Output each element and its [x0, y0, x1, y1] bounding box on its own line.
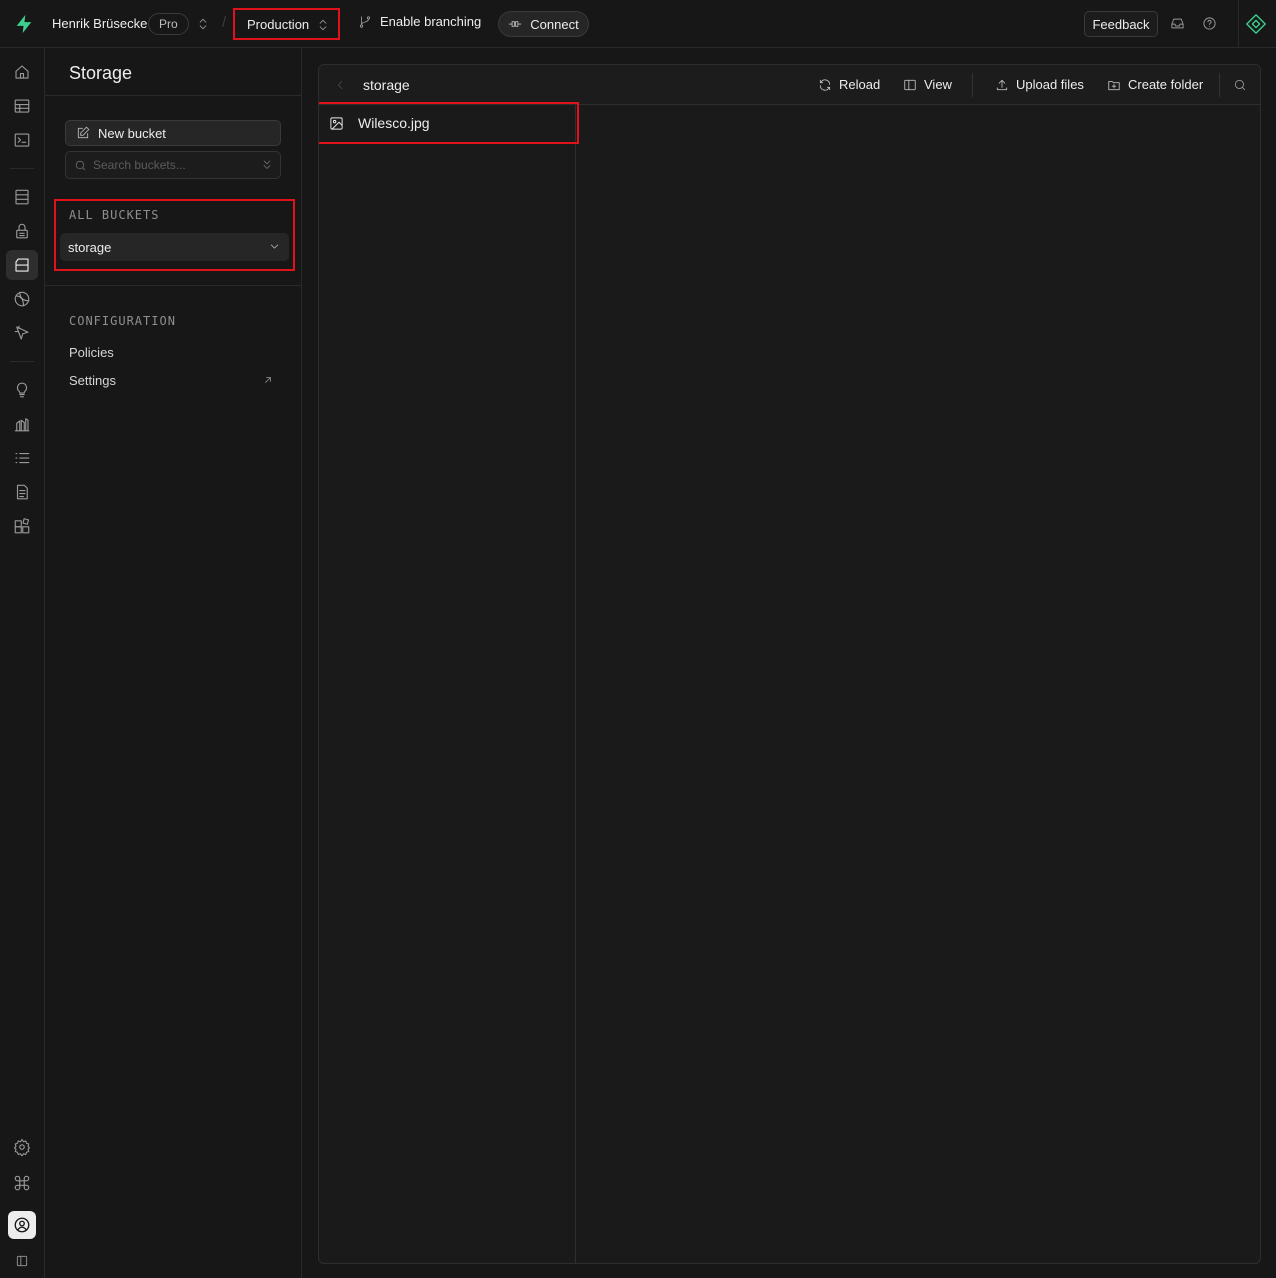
- bucket-search-input[interactable]: [93, 158, 253, 172]
- create-folder-button[interactable]: Create folder: [1107, 77, 1203, 92]
- bucket-item-storage[interactable]: storage: [60, 233, 289, 261]
- plug-icon: [508, 17, 522, 31]
- chevron-left-icon[interactable]: [333, 78, 347, 92]
- sidebar-divider: [45, 285, 302, 286]
- supabase-logo-icon[interactable]: [12, 12, 36, 36]
- rail-separator: [10, 168, 34, 169]
- connect-label: Connect: [530, 16, 579, 32]
- configuration-label: CONFIGURATION: [69, 314, 176, 328]
- explorer-breadcrumb: storage: [363, 77, 410, 93]
- top-bar: Henrik Brüsecke Pro / Production Enable …: [0, 0, 1276, 48]
- image-file-icon: [329, 116, 344, 131]
- sort-filter-icon[interactable]: [260, 158, 274, 172]
- table-editor-icon[interactable]: [6, 91, 38, 121]
- org-switcher-chevron-icon[interactable]: [196, 17, 210, 31]
- chevron-down-icon[interactable]: [268, 240, 281, 253]
- upload-files-label: Upload files: [1016, 77, 1084, 92]
- reports-icon[interactable]: [6, 409, 38, 439]
- reload-label: Reload: [839, 77, 881, 92]
- api-docs-icon[interactable]: [6, 477, 38, 507]
- storage-sidebar: Storage New bucket ALL BUCKETS storage C…: [45, 48, 302, 1278]
- topbar-divider: [1238, 0, 1239, 48]
- bucket-name: storage: [68, 239, 112, 255]
- new-bucket-label: New bucket: [98, 125, 166, 141]
- file-column: Wilesco.jpg: [319, 102, 579, 1263]
- advisors-icon[interactable]: [6, 375, 38, 405]
- view-button[interactable]: View: [903, 77, 952, 92]
- git-branch-icon: [358, 15, 372, 29]
- command-icon[interactable]: [6, 1168, 38, 1198]
- columns-icon: [903, 78, 917, 92]
- home-icon[interactable]: [6, 57, 38, 87]
- search-icon[interactable]: [1233, 78, 1247, 92]
- org-name[interactable]: Henrik Brüsecke: [52, 16, 147, 31]
- settings-link[interactable]: Settings: [69, 373, 116, 388]
- new-bucket-button[interactable]: New bucket: [65, 120, 281, 146]
- enable-branching-button[interactable]: Enable branching: [358, 14, 481, 29]
- file-explorer: storage Reload View Upload files Create …: [318, 64, 1261, 1264]
- inbox-icon[interactable]: [1170, 16, 1185, 31]
- project-name: Production: [247, 16, 310, 32]
- toolbar-separator: [1219, 73, 1220, 97]
- edge-functions-icon[interactable]: [6, 284, 38, 314]
- reload-button[interactable]: Reload: [818, 77, 880, 92]
- upload-files-button[interactable]: Upload files: [995, 77, 1084, 92]
- breadcrumb-separator: /: [222, 14, 227, 31]
- explorer-header: storage Reload View Upload files Create …: [319, 65, 1260, 105]
- feedback-button[interactable]: Feedback: [1084, 11, 1158, 37]
- all-buckets-section: ALL BUCKETS storage: [54, 199, 295, 271]
- avatar-icon[interactable]: [8, 1211, 36, 1239]
- create-folder-label: Create folder: [1128, 77, 1204, 92]
- folder-plus-icon: [1107, 78, 1121, 92]
- help-icon[interactable]: [1202, 16, 1217, 31]
- collapse-sidebar-icon[interactable]: [6, 1246, 38, 1276]
- plan-badge: Pro: [148, 13, 189, 35]
- file-item-wilesco[interactable]: Wilesco.jpg: [319, 102, 579, 144]
- policies-link[interactable]: Policies: [69, 345, 114, 360]
- rail-separator: [10, 361, 34, 362]
- external-link-icon: [262, 374, 274, 386]
- auth-icon[interactable]: [6, 216, 38, 246]
- edit-icon: [76, 126, 90, 140]
- sidebar-divider: [45, 95, 302, 96]
- bucket-search: [65, 151, 281, 179]
- enable-branching-label: Enable branching: [380, 14, 482, 29]
- database-icon[interactable]: [6, 182, 38, 212]
- toolbar-separator: [972, 73, 973, 97]
- sidebar-title: Storage: [69, 63, 133, 83]
- logs-icon[interactable]: [6, 443, 38, 473]
- settings-icon[interactable]: [6, 1132, 38, 1162]
- view-label: View: [924, 77, 952, 92]
- all-buckets-label: ALL BUCKETS: [69, 208, 160, 222]
- project-switcher-button[interactable]: Production: [233, 8, 340, 40]
- storage-icon[interactable]: [6, 250, 38, 280]
- upload-icon: [995, 78, 1009, 92]
- refresh-icon: [818, 78, 832, 92]
- realtime-icon[interactable]: [6, 318, 38, 348]
- integrations-icon[interactable]: [6, 511, 38, 541]
- nav-rail: [0, 48, 45, 1278]
- file-name: Wilesco.jpg: [358, 115, 430, 131]
- search-icon: [74, 159, 87, 172]
- chevron-updown-icon: [316, 18, 330, 32]
- ai-assistant-icon[interactable]: [1245, 13, 1267, 35]
- sql-editor-icon[interactable]: [6, 125, 38, 155]
- connect-button[interactable]: Connect: [498, 11, 589, 37]
